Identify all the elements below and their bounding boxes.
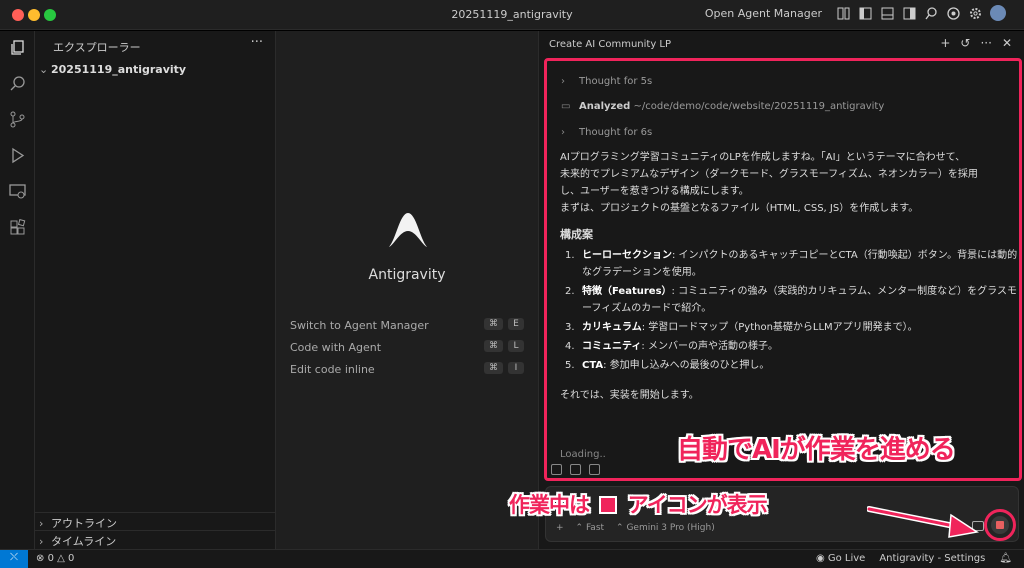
- plan-title: 構成案: [560, 228, 593, 241]
- explorer-files-icon[interactable]: [9, 39, 26, 56]
- open-agent-manager-button[interactable]: Open Agent Manager: [705, 7, 822, 20]
- status-bar: ⤬ ⊗ 0 △ 0 ◉ Go Live Antigravity - Settin…: [0, 549, 1024, 568]
- more-icon[interactable]: ···: [980, 36, 991, 50]
- source-control-icon[interactable]: [9, 111, 26, 128]
- problems-indicator[interactable]: ⊗ 0 △ 0: [36, 553, 74, 564]
- run-debug-icon[interactable]: [9, 147, 26, 164]
- add-context-icon[interactable]: +: [556, 523, 564, 533]
- settings-status[interactable]: Antigravity - Settings: [879, 553, 985, 564]
- toggle-secondary-sidebar-icon[interactable]: [902, 6, 916, 20]
- annotation-working-icon: 作業中は アイコンが表示: [509, 493, 768, 517]
- browser-icon[interactable]: [946, 6, 960, 20]
- chevron-right-icon: ›: [561, 127, 565, 138]
- chat-title: Create AI Community LP: [549, 39, 672, 50]
- timeline-section[interactable]: › タイムライン: [35, 530, 275, 548]
- highlight-frame: › Thought for 5s ▭ Analyzed ~/code/demo/co…: [544, 58, 1022, 481]
- folder-icon: ▭: [561, 101, 571, 112]
- search-icon[interactable]: [924, 6, 938, 20]
- go-live-button[interactable]: ◉ Go Live: [816, 553, 865, 564]
- thought-toggle[interactable]: › Thought for 5s: [561, 76, 652, 87]
- plan-list: 1. ヒーローセクション: インパクトのあるキャッチコピーとCTA（行動喚起）ボタ…: [565, 247, 1020, 376]
- chevron-right-icon: ›: [39, 535, 44, 548]
- file-context-icon[interactable]: [551, 464, 562, 475]
- list-item: 4. コミュニティ: メンバーの声や活動の様子。: [565, 341, 778, 352]
- chevron-right-icon: ›: [39, 517, 44, 530]
- explorer-title: エクスプローラー: [53, 41, 141, 54]
- annotation-auto-progress: 自動でAIが作業を進める: [677, 435, 956, 465]
- extensions-icon[interactable]: [9, 219, 26, 236]
- remote-indicator-icon[interactable]: ⤬: [0, 550, 28, 568]
- terminal-context-icon[interactable]: [570, 464, 581, 475]
- loading-indicator: Loading..: [560, 449, 606, 460]
- thought-toggle[interactable]: › Thought for 6s: [561, 127, 652, 138]
- mode-selector[interactable]: ⌃ Fast: [576, 523, 605, 533]
- toggle-panel-icon[interactable]: [880, 6, 894, 20]
- close-icon[interactable]: ✕: [1002, 36, 1012, 50]
- chevron-right-icon: ›: [561, 76, 565, 87]
- annotation-stop-highlight: [984, 509, 1016, 541]
- list-item: 3. カリキュラム: 学習ロードマップ（Python基礎からLLMアプリ開発まで）…: [565, 322, 918, 333]
- chevron-down-icon: ⌄: [39, 63, 49, 76]
- agent-message: AIプログラミング学習コミュニティのLPを作成しますね。「AI」というテーマに合…: [560, 152, 978, 214]
- remote-explorer-icon[interactable]: [9, 183, 26, 200]
- outline-section[interactable]: › アウトライン: [35, 512, 275, 530]
- layout-customize-icon[interactable]: [836, 6, 850, 20]
- explorer-more-button[interactable]: ···: [251, 35, 263, 50]
- app-name: Antigravity: [368, 267, 446, 283]
- activity-bar: [0, 31, 35, 549]
- analyzed-row: ▭ Analyzed ~/code/demo/code/website/20251…: [561, 101, 885, 112]
- inbox-context-icon[interactable]: [589, 464, 600, 475]
- closing-message: それでは、実装を開始します。: [560, 390, 699, 401]
- list-item: 5. CTA: 参加申し込みへの最後のひと押し。: [565, 360, 770, 371]
- history-icon[interactable]: ↺: [960, 36, 970, 50]
- stop-square-icon: [599, 496, 618, 514]
- antigravity-logo-icon: [389, 213, 427, 247]
- list-item: 1. ヒーローセクション: インパクトのあるキャッチコピーとCTA（行動喚起）ボタ…: [565, 250, 1018, 278]
- model-selector[interactable]: ⌃ Gemini 3 Pro (High): [616, 523, 715, 533]
- list-item: 2. 特徴（Features）: コミュニティの強み（実践的カリキュラム、メンター…: [565, 286, 1017, 314]
- gear-icon[interactable]: [968, 6, 982, 20]
- title-bar: 20251119_antigravity Open Agent Manager: [0, 0, 1024, 30]
- search-icon[interactable]: [9, 75, 26, 92]
- account-avatar[interactable]: [990, 5, 1006, 21]
- editor-area: Antigravity Switch to Agent Manager ⌘ E C…: [276, 31, 538, 549]
- toggle-sidebar-icon[interactable]: [858, 6, 872, 20]
- workspace-folder[interactable]: ⌄ 20251119_antigravity: [39, 63, 186, 76]
- new-chat-icon[interactable]: +: [940, 36, 950, 50]
- explorer-panel: エクスプローラー ··· ⌄ 20251119_antigravity › アウトラ…: [35, 31, 276, 549]
- notifications-bell-icon[interactable]: 🔔︎: [999, 553, 1012, 564]
- annotation-arrow-icon: [867, 506, 979, 538]
- agent-chat-panel: Create AI Community LP + ↺ ··· ✕ › Though…: [509, 31, 1024, 549]
